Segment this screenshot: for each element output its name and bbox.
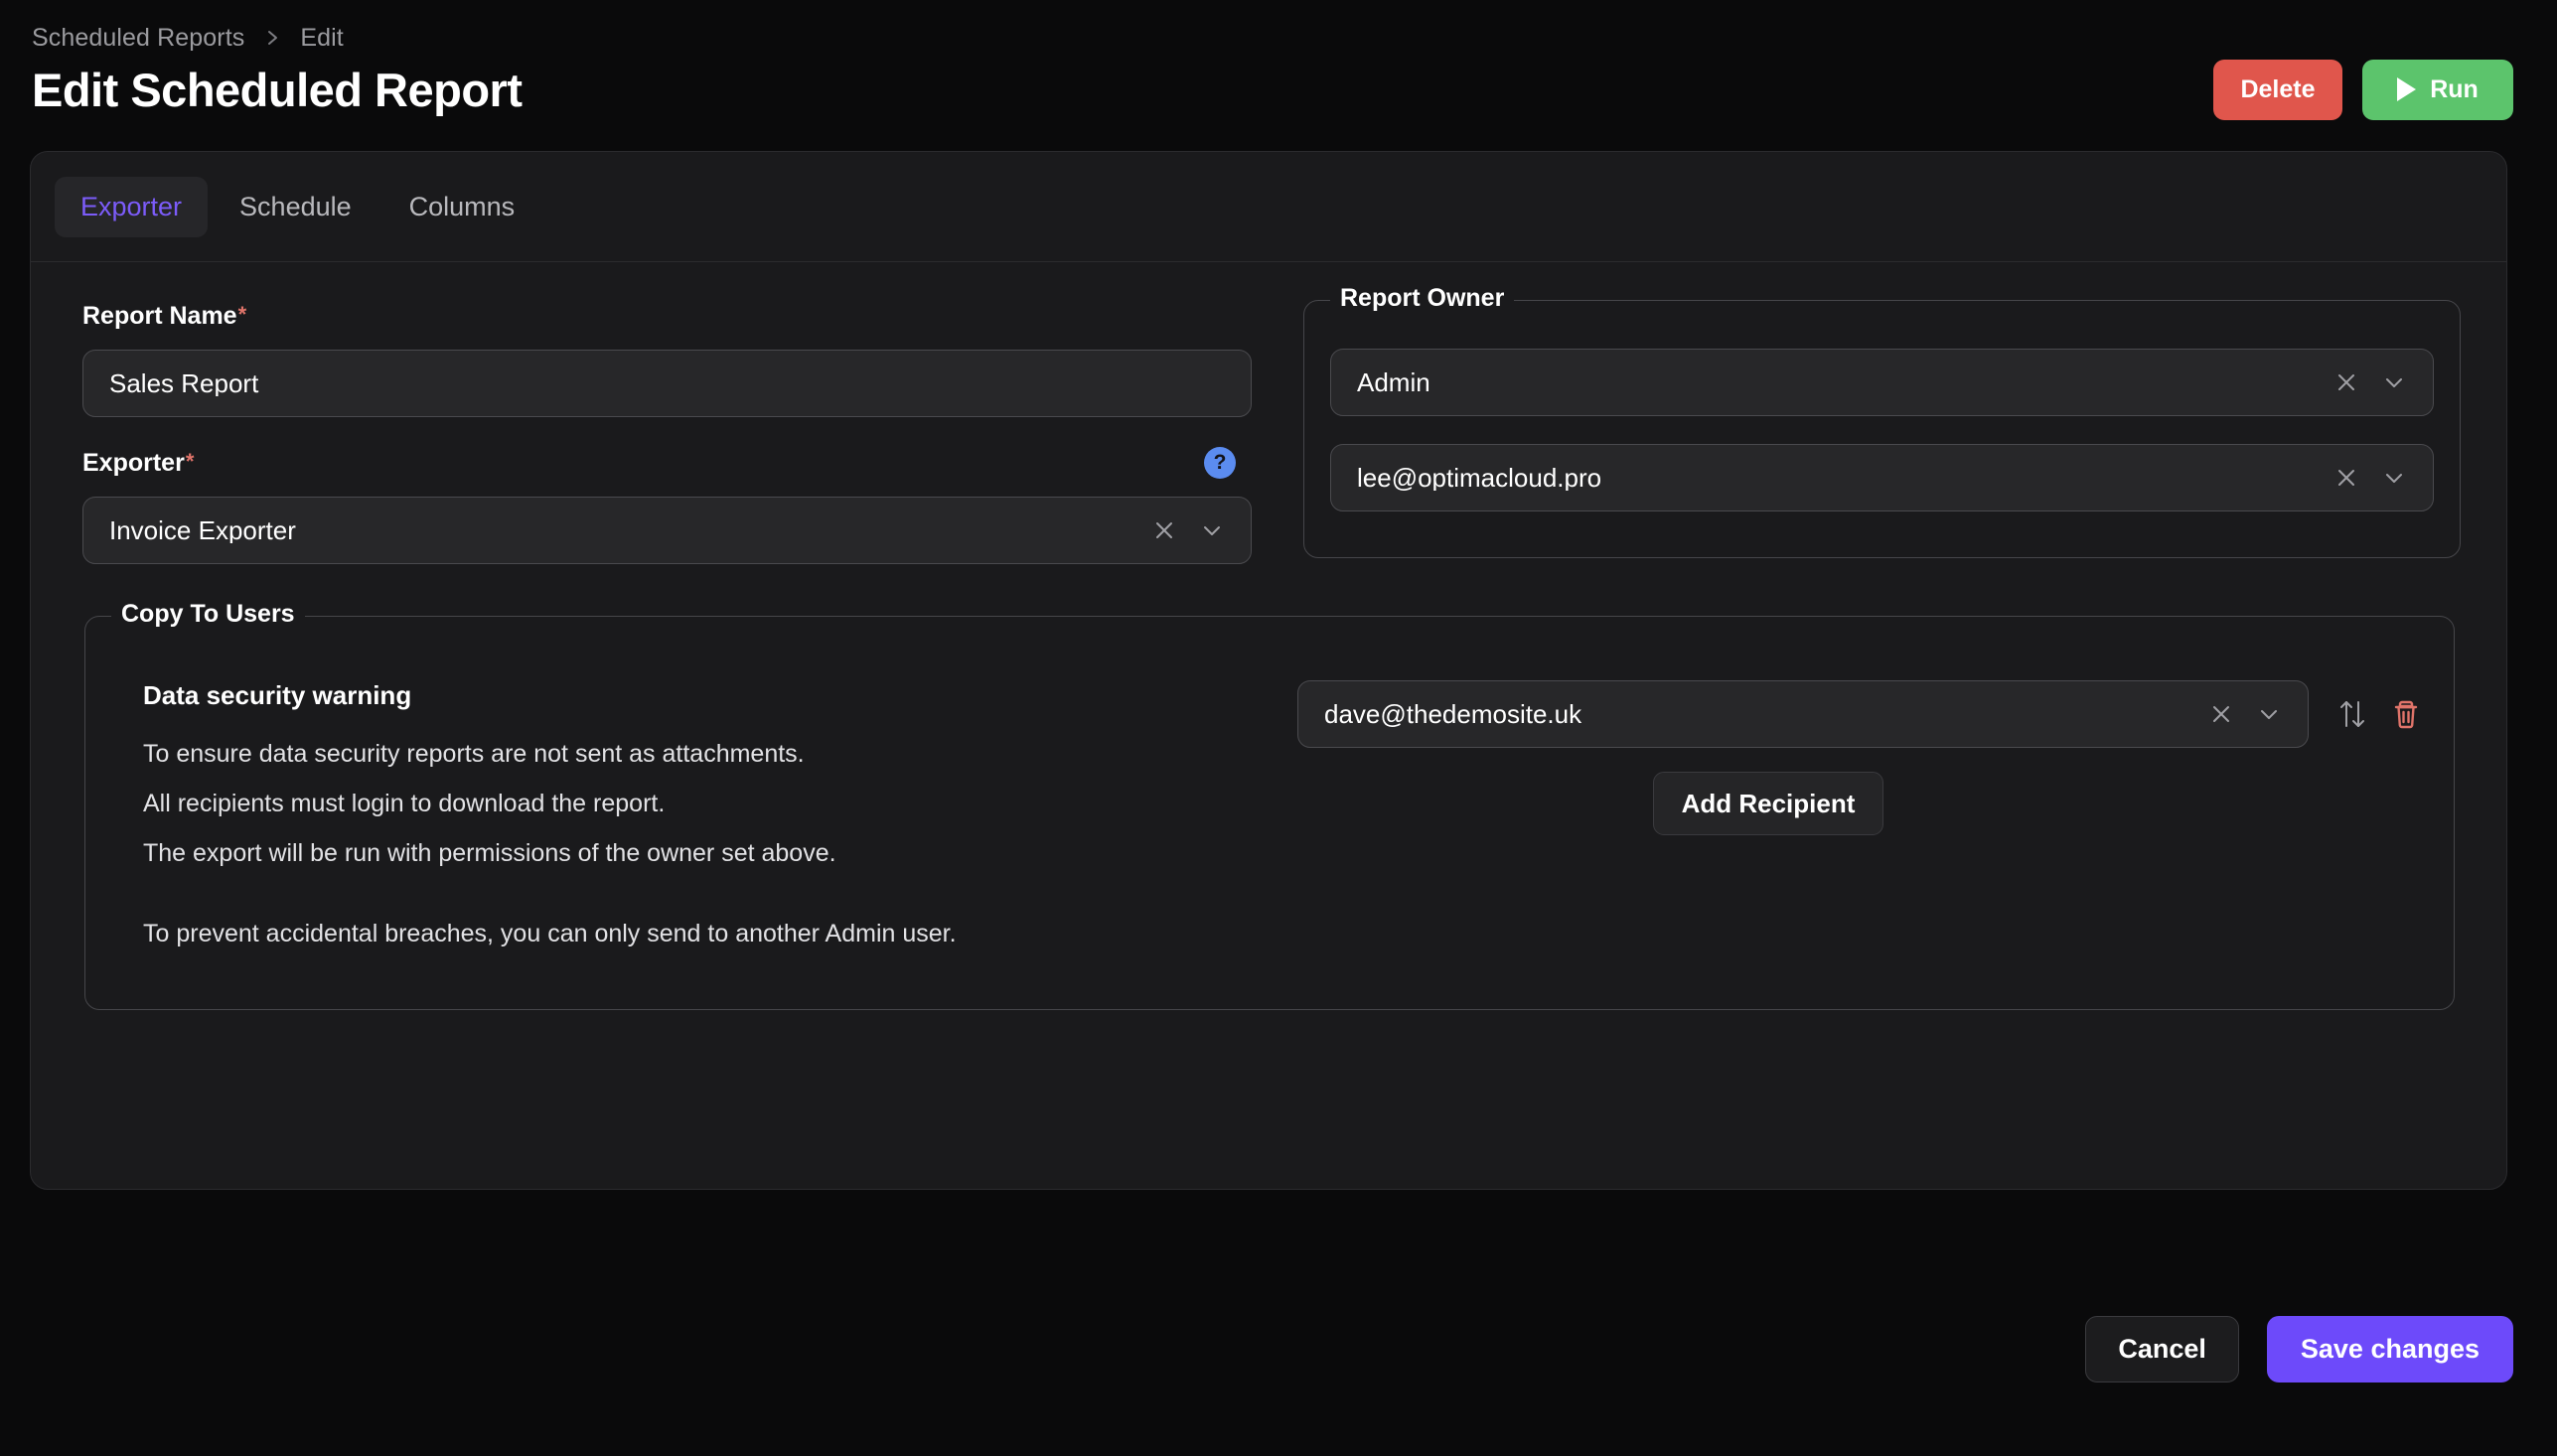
run-button-label: Run (2430, 75, 2479, 104)
recipient-value: dave@thedemosite.uk (1324, 701, 2204, 727)
warning-line: To ensure data security reports are not … (143, 742, 1268, 767)
report-owner-email-value: lee@optimacloud.pro (1357, 465, 2330, 491)
tab-panel-exporter: Report Name* Sales Report Exporter* ? (31, 262, 2506, 1010)
tab-exporter[interactable]: Exporter (55, 177, 208, 237)
report-owner-select[interactable]: Admin (1330, 349, 2434, 416)
tab-bar: Exporter Schedule Columns (31, 152, 2506, 262)
report-owner-legend: Report Owner (1330, 286, 1514, 311)
form-footer: Cancel Save changes (2085, 1316, 2513, 1383)
warning-footer-line: To prevent accidental breaches, you can … (143, 922, 1268, 946)
chevron-down-icon[interactable] (2377, 365, 2411, 399)
add-recipient-row: Add Recipient (1297, 772, 2424, 835)
trash-icon[interactable] (2388, 694, 2424, 734)
exporter-label-row: Exporter* ? (82, 447, 1252, 479)
editor-card: Exporter Schedule Columns Report Name* S… (30, 151, 2507, 1190)
breadcrumb: Scheduled Reports Edit (30, 0, 2527, 38)
required-asterisk: * (186, 451, 195, 473)
chevron-right-icon (262, 28, 282, 48)
page-root: Scheduled Reports Edit Edit Scheduled Re… (0, 0, 2557, 1456)
report-owner-email-controls (2330, 461, 2411, 495)
close-icon[interactable] (2204, 697, 2238, 731)
warning-line: The export will be run with permissions … (143, 841, 1268, 866)
close-icon[interactable] (2330, 461, 2363, 495)
breadcrumb-parent-link[interactable]: Scheduled Reports (32, 24, 244, 53)
exporter-label: Exporter* (82, 451, 194, 476)
save-changes-button[interactable]: Save changes (2267, 1316, 2513, 1383)
chevron-down-icon[interactable] (2377, 461, 2411, 495)
tab-columns[interactable]: Columns (383, 177, 541, 237)
report-owner-select-controls (2330, 365, 2411, 399)
exporter-select-controls (1147, 513, 1229, 547)
warning-title: Data security warning (143, 682, 1268, 708)
recipient-row: dave@thedemosite.uk (1297, 680, 2424, 748)
report-owner-fieldset: Report Owner Admin (1303, 300, 2461, 558)
delete-button[interactable]: Delete (2213, 60, 2342, 120)
data-security-warning: Data security warning To ensure data sec… (115, 672, 1268, 971)
required-asterisk: * (238, 304, 247, 326)
left-column: Report Name* Sales Report Exporter* ? (82, 300, 1252, 564)
report-name-label-row: Report Name* (82, 300, 1252, 332)
recipients-panel: dave@thedemosite.uk (1297, 672, 2424, 835)
page-title: Edit Scheduled Report (32, 67, 523, 113)
header-actions: Delete Run (2213, 60, 2527, 120)
copy-to-users-legend: Copy To Users (111, 602, 305, 627)
help-circle-icon[interactable]: ? (1204, 447, 1236, 479)
exporter-select[interactable]: Invoice Exporter (82, 497, 1252, 564)
report-owner-value: Admin (1357, 369, 2330, 395)
play-icon (2397, 77, 2416, 101)
report-name-label: Report Name* (82, 304, 246, 329)
chevron-down-icon[interactable] (2252, 697, 2286, 731)
right-column: Report Owner Admin (1303, 300, 2461, 558)
recipient-select-controls (2204, 697, 2286, 731)
add-recipient-button[interactable]: Add Recipient (1653, 772, 1884, 835)
recipient-select[interactable]: dave@thedemosite.uk (1297, 680, 2309, 748)
sort-arrows-icon[interactable] (2334, 694, 2370, 734)
breadcrumb-current: Edit (300, 24, 343, 53)
cancel-button[interactable]: Cancel (2085, 1316, 2239, 1383)
close-icon[interactable] (1147, 513, 1181, 547)
warning-line: All recipients must login to download th… (143, 792, 1268, 816)
run-button[interactable]: Run (2362, 60, 2513, 120)
tab-schedule[interactable]: Schedule (214, 177, 377, 237)
report-name-input[interactable]: Sales Report (82, 350, 1252, 417)
report-name-value: Sales Report (109, 370, 1229, 396)
exporter-value: Invoice Exporter (109, 517, 1147, 543)
chevron-down-icon[interactable] (1195, 513, 1229, 547)
close-icon[interactable] (2330, 365, 2363, 399)
copy-to-users-fieldset: Copy To Users Data security warning To e… (84, 616, 2455, 1010)
copy-to-users-section: Copy To Users Data security warning To e… (82, 616, 2455, 1010)
recipient-row-tools (2329, 694, 2424, 734)
report-owner-email-select[interactable]: lee@optimacloud.pro (1330, 444, 2434, 511)
page-header: Edit Scheduled Report Delete Run (30, 54, 2527, 125)
